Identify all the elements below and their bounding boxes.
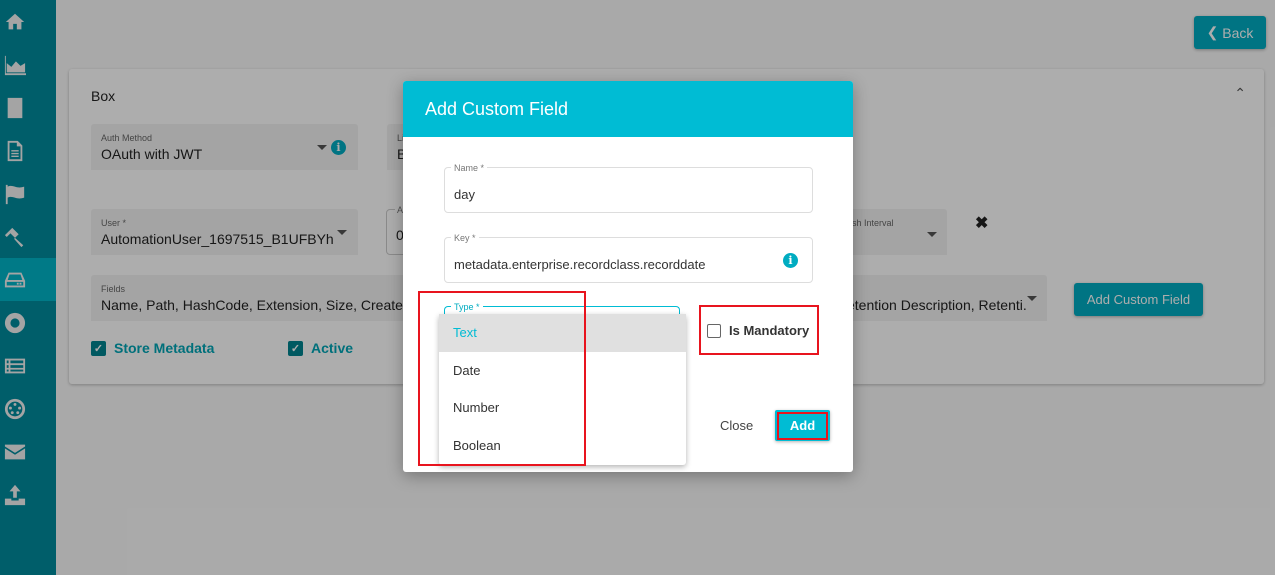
highlight-box-type bbox=[418, 291, 586, 466]
highlight-box-add bbox=[777, 412, 828, 440]
key-input[interactable]: Key * metadata.enterprise.recordclass.re… bbox=[444, 233, 813, 283]
info-icon[interactable]: i bbox=[783, 253, 798, 268]
close-button[interactable]: Close bbox=[720, 418, 753, 433]
highlight-box-mandatory bbox=[699, 305, 819, 355]
name-input[interactable]: Name * day bbox=[444, 163, 813, 213]
dialog-title: Add Custom Field bbox=[403, 81, 853, 137]
